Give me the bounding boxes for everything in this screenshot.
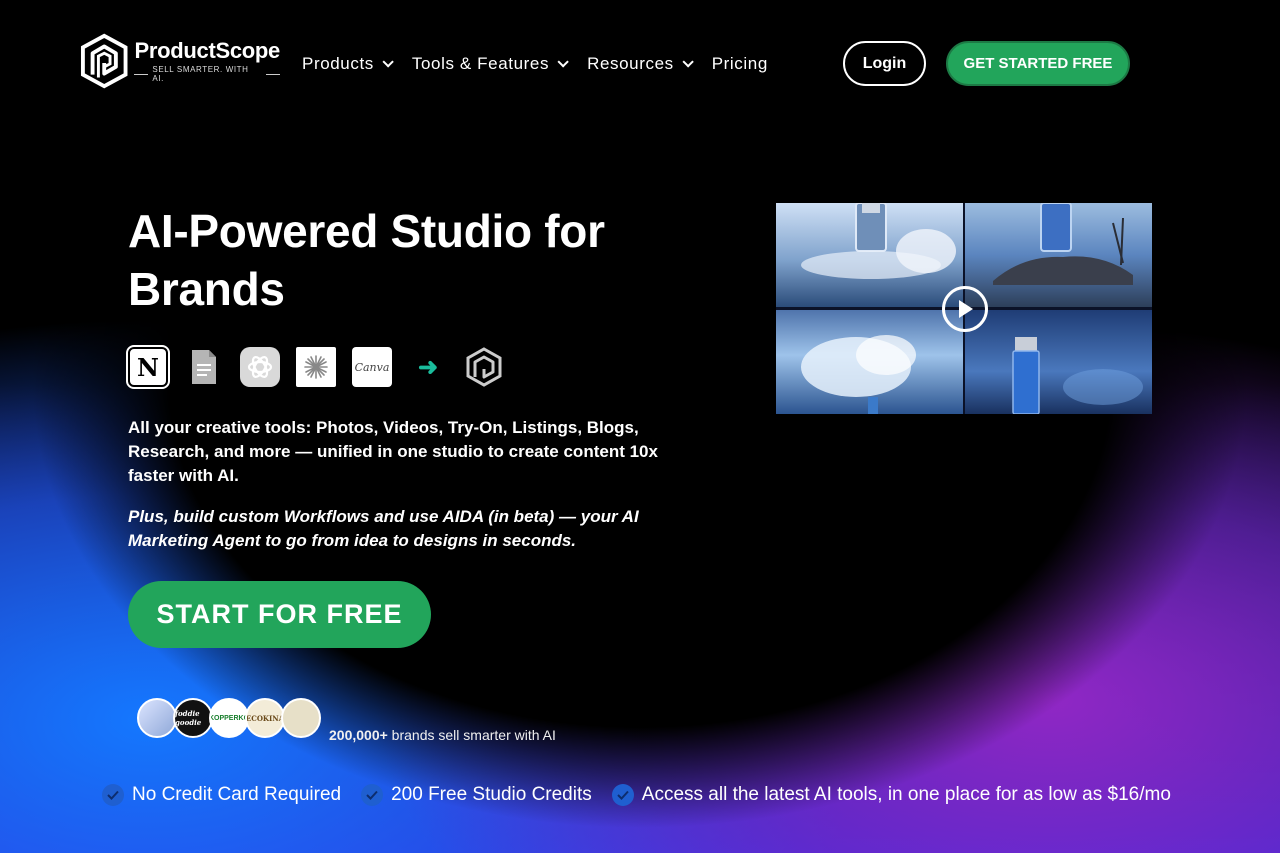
video-panel-bottle-on-rock [963,203,1152,307]
productscope-icon [466,347,502,387]
brand-tagline: SELL SMARTER. WITH AI. [134,65,280,83]
feature-item: 200 Free Studio Credits [361,784,592,806]
video-panel-smoke-splash [776,307,963,414]
play-icon[interactable] [942,286,988,332]
nav-item-products[interactable]: Products [302,54,394,74]
check-circle-icon [102,784,124,806]
notion-icon: N [126,345,170,389]
google-docs-icon [184,347,224,387]
nav-item-resources[interactable]: Resources [587,54,694,74]
main-nav: Products Tools & Features Resources Pric… [302,54,768,74]
social-proof-label: brands sell smarter with AI [387,727,556,743]
chevron-down-icon [682,56,694,68]
start-for-free-button[interactable]: START FOR FREE [128,581,431,648]
avatar [281,698,321,738]
hero-description: All your creative tools: Photos, Videos,… [128,418,658,485]
tool-icons-row: N Canva ➜ [126,345,504,389]
claude-icon [296,347,336,387]
hero-subdescription: Plus, build custom Workflows and use AID… [128,507,639,550]
chevron-down-icon [557,56,569,68]
hero-video[interactable] [776,203,1152,414]
video-panel-perfume-bottle [776,203,963,307]
hero-title: AI-Powered Studio for Brands [128,205,605,315]
chatgpt-icon [240,347,280,387]
check-circle-icon [611,784,634,806]
feature-list: No Credit Card Required 200 Free Studio … [102,784,1171,806]
brand-name: ProductScope [134,38,280,63]
avatar: foddie goodie [173,698,213,738]
avatar [137,698,177,738]
brand-count: 200,000+ [329,727,388,743]
check-circle-icon [361,784,384,806]
feature-item: No Credit Card Required [102,784,341,806]
nav-item-label: Tools & Features [411,54,550,73]
nav-item-pricing[interactable]: Pricing [712,54,768,74]
arrow-right-icon: ➜ [417,353,439,381]
chevron-down-icon [382,56,394,68]
avatar: ECOKINA [245,698,285,738]
feature-label: 200 Free Studio Credits [391,784,592,805]
brand-avatars: foddie goodie KOPPERKG ECOKINA [137,698,321,738]
nav-item-label: Resources [587,54,674,73]
feature-item: Access all the latest AI tools, in one p… [611,784,1171,806]
canva-icon: Canva [352,347,392,387]
productscope-logo[interactable]: ProductScope SELL SMARTER. WITH AI. [80,33,280,89]
nav-item-label: Products [302,54,374,73]
avatar: KOPPERKG [209,698,249,738]
productscope-logo-icon [80,33,128,89]
feature-label: Access all the latest AI tools, in one p… [641,784,1171,805]
nav-item-tools-features[interactable]: Tools & Features [411,54,569,74]
social-proof-text: 200,000+ brands sell smarter with AI [329,727,556,743]
video-panel-serum-bottle [963,307,1152,414]
feature-label: No Credit Card Required [132,784,342,805]
get-started-free-button[interactable]: GET STARTED FREE [946,41,1130,86]
nav-item-label: Pricing [711,54,768,73]
login-button[interactable]: Login [843,41,926,86]
